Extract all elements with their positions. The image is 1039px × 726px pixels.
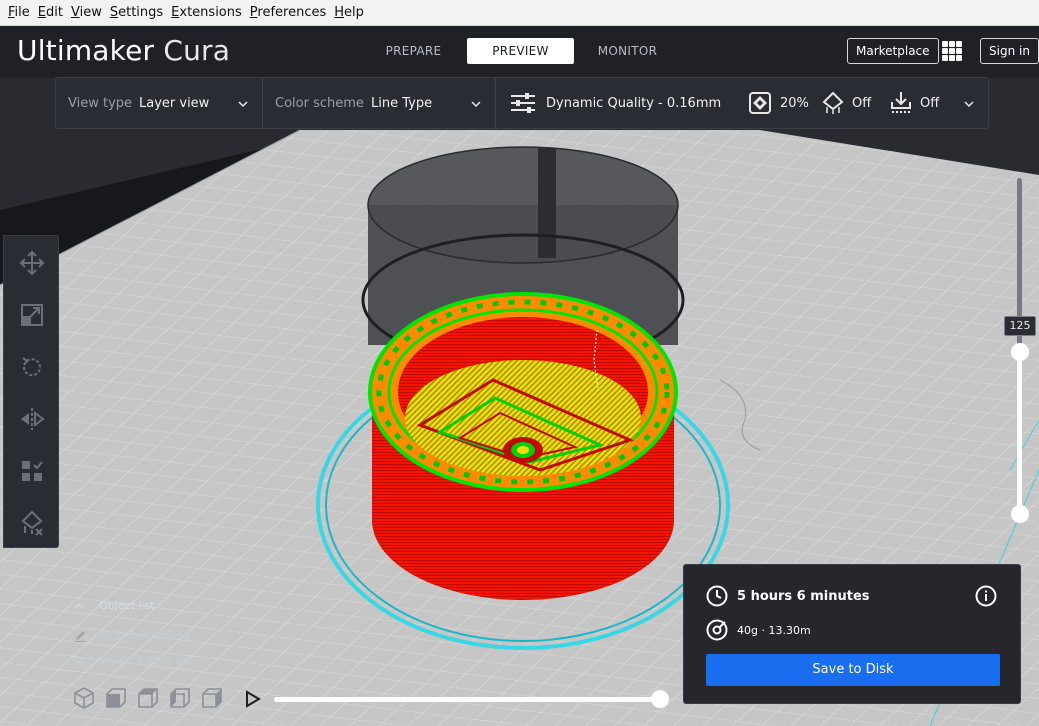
object-name: CE3_CursedSled (100, 629, 190, 642)
grid-apps-icon[interactable] (942, 41, 962, 61)
tab-prepare[interactable]: PREPARE (360, 38, 467, 64)
menu-preferences[interactable]: Preferences (246, 0, 330, 26)
filament-spool-icon (706, 619, 728, 641)
menu-view[interactable]: View (67, 0, 106, 26)
color-scheme-value: Line Type (371, 95, 433, 111)
app-header: Ultimaker Cura PREPARE PREVIEW MONITOR M… (0, 26, 1039, 78)
menu-extensions[interactable]: Extensions (167, 0, 246, 26)
chevron-down-icon (238, 101, 248, 108)
quality-profile-label: Dynamic Quality - 0.16mm (546, 95, 722, 111)
color-scheme-dropdown[interactable]: Color scheme Line Type (263, 78, 496, 128)
app-logo: Ultimaker Cura (17, 34, 230, 67)
adhesion-icon (891, 92, 911, 113)
infill-value: 20% (780, 95, 809, 111)
sliders-icon (511, 93, 535, 113)
logo-product: Cura (163, 34, 231, 67)
view-type-value: Layer view (139, 95, 210, 111)
adhesion-value: Off (920, 95, 940, 111)
menu-edit[interactable]: Edit (34, 0, 67, 26)
support-value: Off (852, 95, 872, 111)
pencil-icon (75, 631, 85, 642)
left-view-icon[interactable] (168, 686, 192, 710)
logo-brand: Ultimaker (17, 34, 155, 67)
path-slider-track[interactable] (274, 697, 662, 702)
chevron-down-icon (964, 101, 974, 108)
chevron-down-icon (471, 101, 481, 108)
material-usage: 40g · 13.30m (737, 624, 811, 637)
view-settings-bar: View type Layer view Color scheme Line T… (55, 77, 989, 129)
support-blocker-icon[interactable] (18, 509, 46, 537)
3d-view-icon[interactable] (72, 686, 96, 710)
clock-icon (706, 585, 728, 607)
view-type-label: View type (68, 95, 133, 111)
path-slider-handle[interactable] (651, 690, 669, 708)
print-time: 5 hours 6 minutes (737, 589, 870, 604)
menu-bar: File Edit View Settings Extensions Prefe… (0, 0, 1039, 26)
top-view-icon[interactable] (136, 686, 160, 710)
info-icon[interactable] (975, 585, 997, 607)
menu-file[interactable]: File (4, 0, 34, 26)
marketplace-button[interactable]: Marketplace (847, 38, 939, 64)
sign-in-button[interactable]: Sign in (980, 38, 1039, 64)
print-info-panel: 5 hours 6 minutes 40g · 13.30m Save to D… (683, 564, 1021, 704)
stage-tabs: PREPARE PREVIEW MONITOR (360, 38, 681, 64)
rotate-icon[interactable] (18, 353, 46, 381)
tab-monitor[interactable]: MONITOR (574, 38, 681, 64)
layer-slider-lower-handle[interactable] (1011, 505, 1029, 523)
tool-panel (3, 235, 59, 548)
view-type-dropdown[interactable]: View type Layer view (56, 78, 263, 128)
object-dimensions: 54.0 x 54.0 x 58.0 mm (71, 655, 197, 668)
support-icon (822, 91, 844, 114)
chevron-up-icon (74, 602, 84, 609)
right-view-icon[interactable] (200, 686, 224, 710)
infill-icon (749, 92, 771, 114)
tab-preview[interactable]: PREVIEW (467, 38, 574, 64)
move-icon[interactable] (18, 249, 46, 277)
front-view-icon[interactable] (104, 686, 128, 710)
menu-help[interactable]: Help (330, 0, 368, 26)
play-icon[interactable] (243, 690, 261, 708)
mirror-icon[interactable] (18, 405, 46, 433)
save-to-disk-button[interactable]: Save to Disk (706, 654, 1000, 686)
menu-settings[interactable]: Settings (106, 0, 167, 26)
object-list-title: Object list (99, 599, 155, 612)
scale-icon[interactable] (18, 301, 46, 329)
layer-slider-upper-handle[interactable] (1011, 343, 1029, 361)
color-scheme-label: Color scheme (275, 95, 364, 111)
layer-number-input[interactable]: 125 (1004, 316, 1036, 336)
per-model-settings-icon[interactable] (18, 457, 46, 485)
print-settings-selector[interactable]: Dynamic Quality - 0.16mm 20% Off Off (496, 78, 988, 128)
